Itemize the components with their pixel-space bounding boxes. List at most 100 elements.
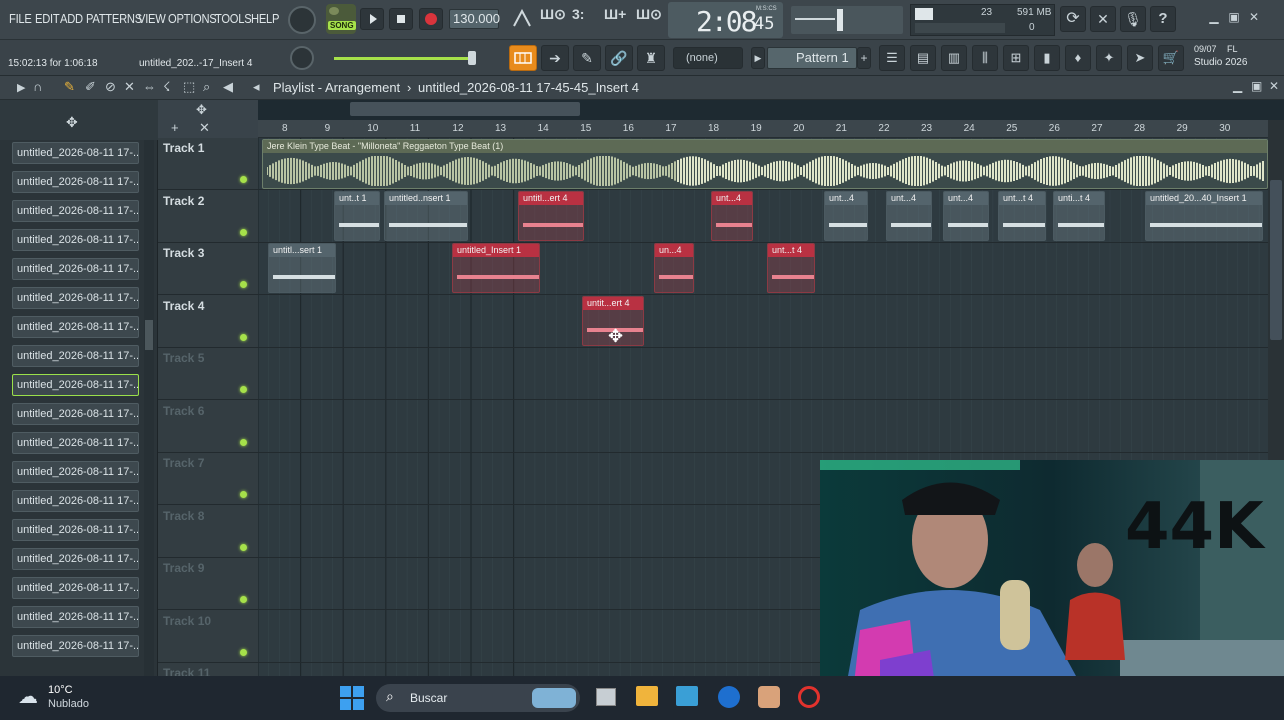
audio-clip[interactable]: unt...4 (824, 191, 868, 241)
track-name[interactable]: Track 7 (163, 456, 204, 470)
picker-item[interactable]: untitled_2026-08-11 17-... (12, 577, 139, 599)
pencil-icon[interactable]: ✎ (573, 45, 601, 71)
mute-tool-icon[interactable]: ✕ (124, 79, 135, 95)
stamp-icon[interactable]: ♜ (637, 45, 665, 71)
track-mute-led[interactable] (240, 333, 247, 341)
audio-clip-selected[interactable]: unt...4 (711, 191, 753, 241)
audio-clip[interactable]: unt...4 (943, 191, 989, 241)
loop-record-icon[interactable]: Ш⊙ (636, 6, 664, 32)
remove-track-icon[interactable]: ✕ (199, 120, 210, 136)
help-icon[interactable]: ? (1150, 6, 1176, 32)
track-mute-led[interactable] (240, 491, 247, 498)
track-name[interactable]: Track 9 (163, 561, 204, 575)
horizontal-scrollbar[interactable] (350, 102, 580, 116)
track-name[interactable]: Track 3 (163, 246, 204, 260)
menu-edit[interactable]: EDIT (35, 11, 60, 26)
performance-icon[interactable]: ✦ (1096, 45, 1122, 71)
menu-view[interactable]: VIEW (138, 11, 166, 26)
draw-tool-icon[interactable]: ✎ (64, 79, 75, 95)
track-name[interactable]: Track 5 (163, 351, 204, 365)
track-mute-led[interactable] (240, 438, 247, 446)
menu-file[interactable]: FILE (9, 11, 32, 26)
magnet-icon[interactable]: ∩ (33, 79, 42, 94)
playlist-close-icon[interactable]: ✕ (1269, 79, 1279, 93)
picker-scrollbar[interactable] (144, 140, 154, 676)
restore-icon[interactable]: ▣ (1225, 10, 1243, 26)
arrow-right-icon[interactable]: ➔ (541, 45, 569, 71)
picker-item[interactable]: untitled_2026-08-11 17-... (12, 316, 139, 338)
menu-tools[interactable]: TOOLS (215, 11, 252, 26)
task-view-icon[interactable] (596, 688, 616, 706)
track-name[interactable]: Track 2 (163, 194, 204, 208)
picker-item[interactable]: untitled_2026-08-11 17-... (12, 548, 139, 570)
opera-icon[interactable] (798, 686, 820, 708)
menu-add[interactable]: ADD (60, 11, 83, 26)
microphone-icon[interactable]: 🎙 (1120, 6, 1146, 32)
slider-handle[interactable] (468, 51, 476, 65)
delete-tool-icon[interactable]: ⊘ (105, 79, 116, 95)
track-mute-led[interactable] (240, 281, 247, 288)
audio-clip[interactable]: unti...t 4 (1053, 191, 1105, 241)
wait-input-icon[interactable]: Ш⊙ (540, 6, 568, 32)
browser-app-icon[interactable] (718, 686, 740, 708)
audio-clip-selected[interactable]: unt...t 4 (767, 243, 815, 293)
slip-tool-icon[interactable]: ⇔ (143, 79, 156, 94)
picker-item[interactable]: untitled_2026-08-11 17-... (12, 258, 139, 280)
audio-clip[interactable]: untitled..nsert 1 (384, 191, 468, 241)
record-button[interactable] (419, 8, 443, 30)
link-icon[interactable]: 🔗 (605, 45, 633, 71)
picker-item[interactable]: untitled_2026-08-11 17-... (12, 287, 139, 309)
playlist-view-button[interactable] (509, 45, 537, 71)
tracks-menu-icon[interactable]: ✥ (196, 102, 207, 118)
taskbar-search[interactable]: ⌕ Buscar (376, 684, 580, 712)
minimize-icon[interactable]: ▁ (1205, 10, 1223, 26)
track-name[interactable]: Track 10 (163, 614, 211, 628)
audio-clip[interactable]: unt...4 (886, 191, 932, 241)
cart-icon[interactable]: 🛒 (1158, 45, 1184, 71)
audio-clip[interactable]: untitl...sert 1 (268, 243, 336, 293)
timeline-ruler[interactable]: 8 9 10 11 12 13 14 15 16 17 18 19 20 21 22 23 24 25 26 27 28… (258, 120, 1268, 138)
audio-clip[interactable]: unt...t 4 (998, 191, 1046, 241)
picker-item[interactable]: untitled_2026-08-11 17-... (12, 345, 139, 367)
track-mute-led[interactable] (240, 386, 247, 393)
tempo-display[interactable]: 130.000 (449, 9, 500, 29)
audio-clip-selected[interactable]: untitl...ert 4 (518, 191, 584, 241)
menu-arrow-icon[interactable]: ▶ (17, 81, 25, 94)
add-track-icon[interactable]: + (171, 120, 179, 135)
picker-item[interactable]: untitled_2026-08-11 17-... (12, 635, 139, 657)
track-name[interactable]: Track 8 (163, 509, 204, 523)
file-explorer-icon[interactable] (636, 686, 658, 706)
countdown-icon[interactable]: 3: (572, 6, 600, 32)
playlist-restore-icon[interactable]: ▣ (1251, 79, 1262, 93)
playback-tool-icon[interactable]: ◀ (223, 79, 233, 95)
zoom-tool-icon[interactable]: ⌕ (203, 79, 210, 95)
picker-item[interactable]: untitled_2026-08-11 17-... (12, 200, 139, 222)
export-icon[interactable]: ➤ (1127, 45, 1153, 71)
step-edit-icon[interactable]: Ш+ (604, 6, 632, 32)
close-icon[interactable]: ✕ (1245, 10, 1263, 26)
slice-tool-icon[interactable]: ☇ (163, 79, 170, 95)
browser-icon[interactable]: ⊞ (1003, 45, 1029, 71)
stop-button[interactable] (389, 8, 413, 30)
metronome-icon[interactable] (508, 6, 536, 32)
picker-item[interactable]: untitled_2026-08-11 17-... (12, 432, 139, 454)
plugin-icon[interactable]: ♦ (1065, 45, 1091, 71)
play-button[interactable] (360, 8, 384, 30)
pattern-prev-icon[interactable]: ▶ (751, 47, 765, 69)
store-icon[interactable] (676, 686, 698, 706)
tools-icon[interactable]: ✕ (1090, 6, 1116, 32)
audio-clip-beat[interactable]: Jere Klein Type Beat - "Milloneta" Regga… (262, 139, 1268, 189)
paint-tool-icon[interactable]: ✐ (85, 79, 96, 95)
playlist-icon[interactable]: ☰ (879, 45, 905, 71)
master-pitch-slider[interactable] (334, 57, 474, 60)
audio-clip-selected[interactable]: untitled_Insert 1 (452, 243, 540, 293)
select-tool-icon[interactable]: ⬚ (183, 79, 195, 95)
picker-item[interactable]: untitled_2026-08-11 17-... (12, 490, 139, 512)
menu-help[interactable]: HELP (251, 11, 279, 26)
picker-item[interactable]: untitled_2026-08-11 17-... (12, 606, 139, 628)
windows-start-icon[interactable] (340, 686, 364, 710)
picker-item[interactable]: untitled_2026-08-11 17-... (12, 461, 139, 483)
track-name[interactable]: Track 1 (163, 141, 204, 155)
playlist-minimize-icon[interactable]: ▁ (1233, 79, 1242, 93)
pattern-select[interactable]: Pattern 1 (767, 47, 857, 69)
